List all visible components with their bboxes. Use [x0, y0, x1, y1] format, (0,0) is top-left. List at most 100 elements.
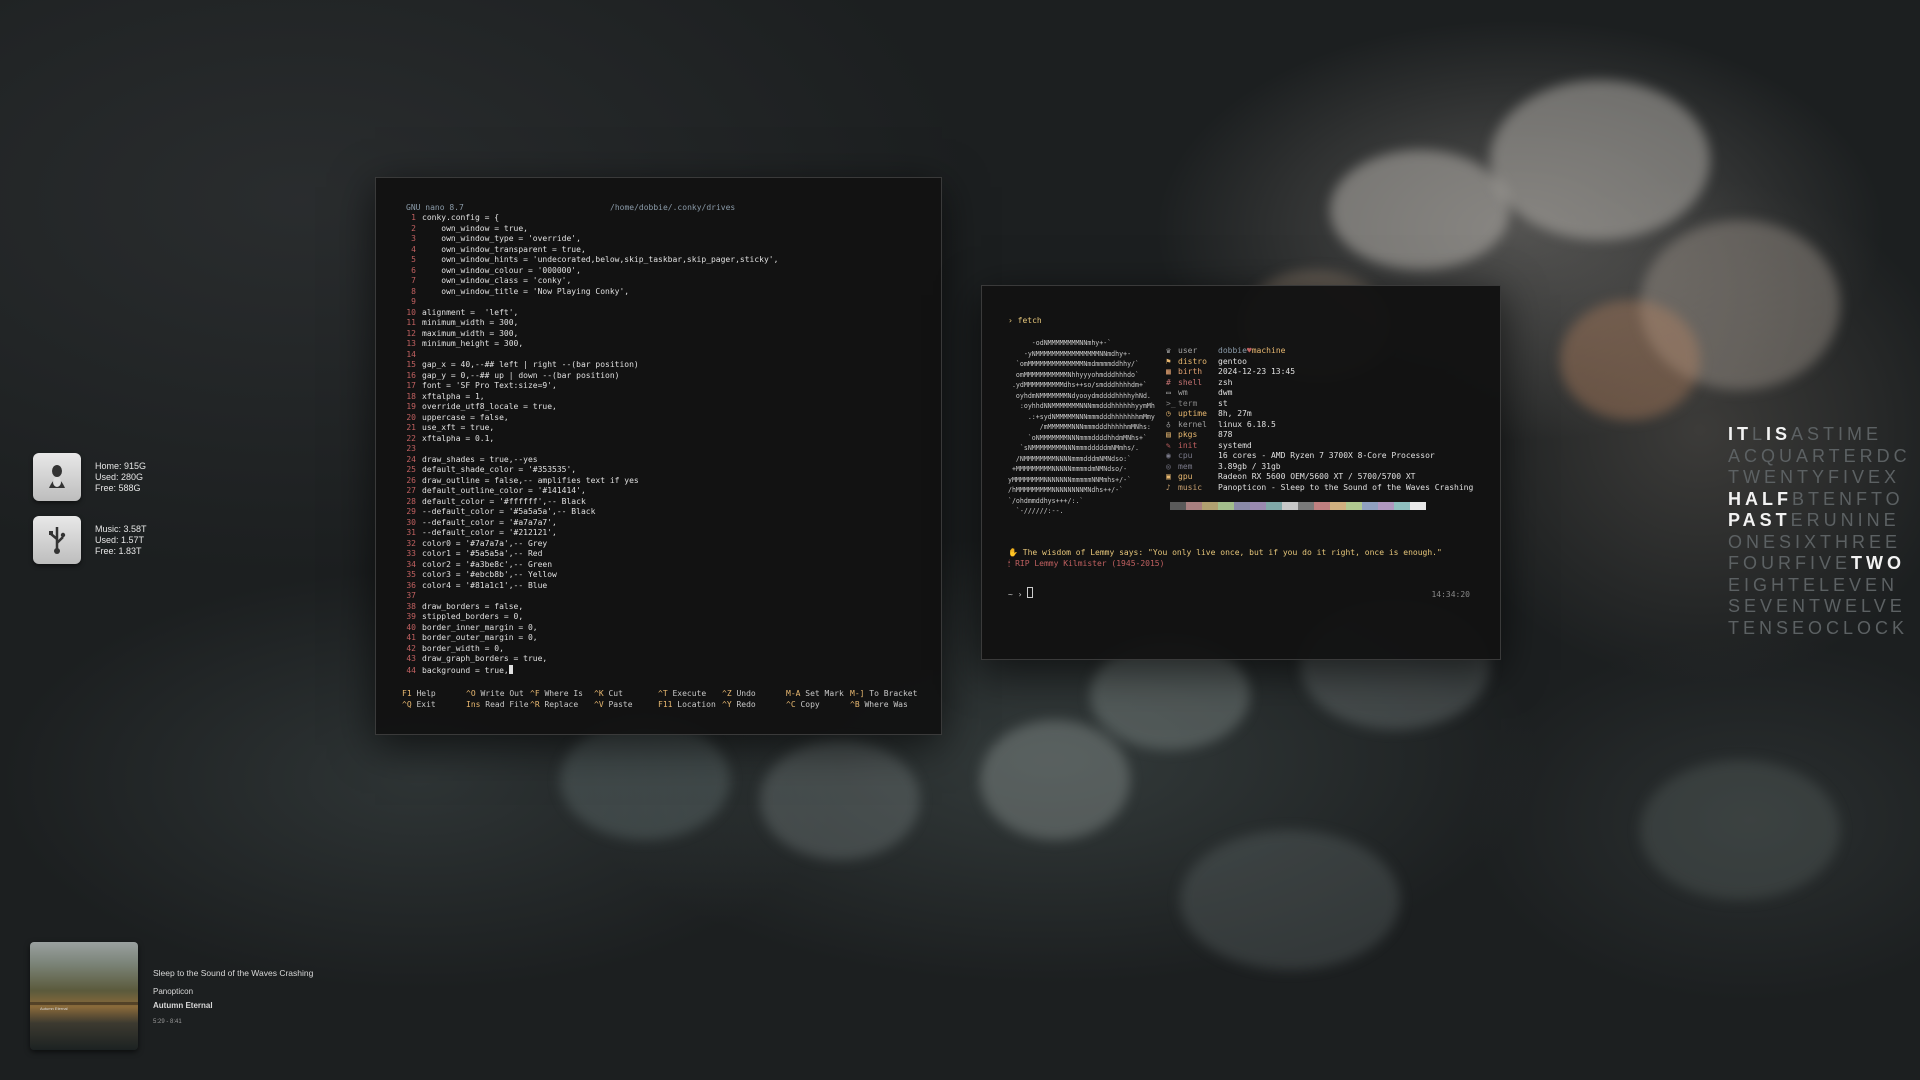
drive-home: Home: 915G Used: 280G Free: 588G — [33, 453, 146, 501]
line-number: 13 — [406, 339, 416, 348]
word-clock-row: HALFBTENFTO — [1728, 489, 1911, 511]
shortcut-label: Where Was — [864, 700, 908, 709]
fetch-row-music: ♪ music Panopticon - Sleep to the Sound of… — [1166, 483, 1473, 494]
user-icon: ♛ — [1166, 346, 1171, 355]
line-text: override_utf8_locale = true, — [422, 402, 557, 411]
line-text: --default_color = '#a7a7a7', — [422, 517, 557, 527]
nano-terminal-window[interactable]: GNU nano 8.7 /home/dobbie/.conky/drives … — [375, 177, 942, 735]
palette-swatch — [1378, 502, 1394, 510]
line-text: stippled_borders = 0, — [422, 612, 524, 621]
line-number: 19 — [406, 402, 416, 411]
nano-editor-buffer[interactable]: 1 conky.config = {2 own_window = true, 3 o… — [402, 213, 778, 676]
fetch-key: wm — [1178, 388, 1188, 397]
line-number: 34 — [406, 559, 416, 569]
usb-drive-icon — [33, 516, 81, 564]
shortcut-key: ^C — [786, 700, 801, 709]
palette-swatch — [1330, 502, 1346, 510]
line-number: 1 — [411, 213, 416, 222]
nano-line: 9 — [402, 297, 778, 308]
shortcut-key: ^O — [466, 689, 481, 698]
shortcut-item: ^Y Redo — [722, 699, 786, 710]
nano-line: 20 uppercase = false, — [402, 413, 778, 424]
palette-swatch — [1234, 502, 1250, 510]
palette-swatch — [1266, 502, 1282, 510]
nano-line: 30 --default_color = '#a7a7a7', — [402, 518, 778, 529]
shortcut-label: Redo — [736, 700, 756, 709]
line-number: 37 — [406, 591, 416, 600]
nano-line: 27 default_outline_color = '#141414', — [402, 486, 778, 497]
line-number: 14 — [406, 349, 416, 359]
mem-icon: ◎ — [1166, 461, 1171, 471]
nano-line: 25 default_shade_color = '#353535', — [402, 465, 778, 476]
nano-line: 22 xftalpha = 0.1, — [402, 434, 778, 445]
nano-line: 32 color0 = '#7a7a7a',-- Grey — [402, 539, 778, 550]
line-number: 3 — [411, 234, 416, 243]
nano-line: 38 draw_borders = false, — [402, 602, 778, 613]
nano-line: 26 draw_outline = false,-- amplifies text… — [402, 476, 778, 487]
fetch-row-user: ♛ user dobbie ♥ machine — [1166, 346, 1473, 357]
text-cursor — [508, 664, 513, 674]
line-number: 43 — [406, 654, 416, 663]
fetch-value: 3.89gb / 31gb — [1218, 461, 1281, 471]
nano-line: 14 — [402, 350, 778, 361]
fetch-value: 2024-12-23 13:45 — [1218, 367, 1296, 376]
fetch-row-gpu: ▣ gpu Radeon RX 5600 OEM/5600 XT / 5700/57… — [1166, 472, 1473, 483]
shell-prompt[interactable]: ~ › — [1008, 587, 1034, 599]
shortcut-label: Replace — [544, 700, 579, 709]
shortcut-key: ^Y — [722, 700, 737, 709]
uptime-icon: ◷ — [1166, 409, 1171, 418]
fetch-key: init — [1178, 440, 1198, 450]
line-text: own_window_title = 'Now Playing Conky', — [422, 286, 630, 296]
word-clock-row: ACQUARTERDC — [1728, 446, 1911, 468]
clock-word-dim: TENSEOCLOCK — [1728, 617, 1909, 638]
shortcut-key: ^F — [530, 689, 545, 698]
nano-version: GNU nano 8.7 — [406, 203, 464, 212]
fetch-row-distro: ⚑ distro gentoo — [1166, 357, 1473, 368]
nano-line: 41 border_outer_margin = 0, — [402, 633, 778, 644]
line-number: 38 — [406, 601, 416, 611]
nano-line: 24 draw_shades = true,--yes — [402, 455, 778, 466]
fetch-row-birth: ▦ birth 2024-12-23 13:45 — [1166, 367, 1473, 378]
fetch-key: term — [1178, 398, 1198, 408]
line-number: 35 — [406, 570, 416, 579]
wm-icon: ▭ — [1166, 388, 1171, 397]
nano-line: 13 minimum_height = 300, — [402, 339, 778, 350]
word-clock: ITLISASTIME ACQUARTERDC TWENTYFIVEX HALFBTE… — [1728, 424, 1911, 639]
cpu-icon: ◉ — [1166, 451, 1171, 460]
line-number: 25 — [406, 465, 416, 474]
clock-word-dim: L — [1752, 424, 1767, 444]
palette-swatch — [1314, 502, 1330, 510]
shortcut-item: ^Z Undo — [722, 688, 786, 699]
fetch-key: pkgs — [1178, 430, 1198, 439]
shortcut-item: Ins Read File — [466, 699, 530, 710]
clock-word-dim: BTENFTO — [1792, 488, 1904, 509]
prompt-time: 14:34:20 — [1431, 590, 1470, 599]
line-text: --default_color = '#212121', — [422, 528, 557, 537]
palette-swatch — [1346, 502, 1362, 510]
line-number: 6 — [411, 265, 416, 275]
line-number: 16 — [406, 370, 416, 380]
shortcut-item: ^R Replace — [530, 699, 594, 710]
np-track-title: Sleep to the Sound of the Waves Crashing — [153, 968, 314, 978]
line-text: border_width = 0, — [422, 643, 504, 653]
album-art: Autumn Eternal — [30, 942, 138, 1050]
shortcut-key: F11 — [658, 700, 678, 709]
line-text: own_window_hints = 'undecorated,below,sk… — [422, 255, 779, 264]
line-number: 26 — [406, 475, 416, 485]
palette-swatch — [1362, 502, 1378, 510]
line-number: 21 — [406, 423, 416, 432]
fetch-terminal-window[interactable]: › fetch -odNMMMMMMMMNNmhy+-` -yNMMMMMMMM… — [981, 285, 1501, 660]
line-text: color0 = '#7a7a7a',-- Grey — [422, 538, 548, 548]
nano-line: 36 color4 = '#81a1c1',-- Blue — [402, 581, 778, 592]
line-number: 27 — [406, 486, 416, 495]
line-number: 10 — [406, 307, 416, 317]
line-text: own_window_class = 'conky', — [422, 276, 572, 285]
shortcut-item: M-] To Bracket — [850, 688, 917, 699]
fetch-row-wm: ▭ wm dwm — [1166, 388, 1473, 399]
nano-line: 12 maximum_width = 300, — [402, 329, 778, 340]
line-text: uppercase = false, — [422, 412, 509, 422]
text-cursor — [1027, 587, 1034, 598]
clock-word-lit: IT — [1728, 424, 1752, 444]
nano-line: 19 override_utf8_locale = true, — [402, 402, 778, 413]
fetch-row-shell: # shell zsh — [1166, 378, 1473, 389]
